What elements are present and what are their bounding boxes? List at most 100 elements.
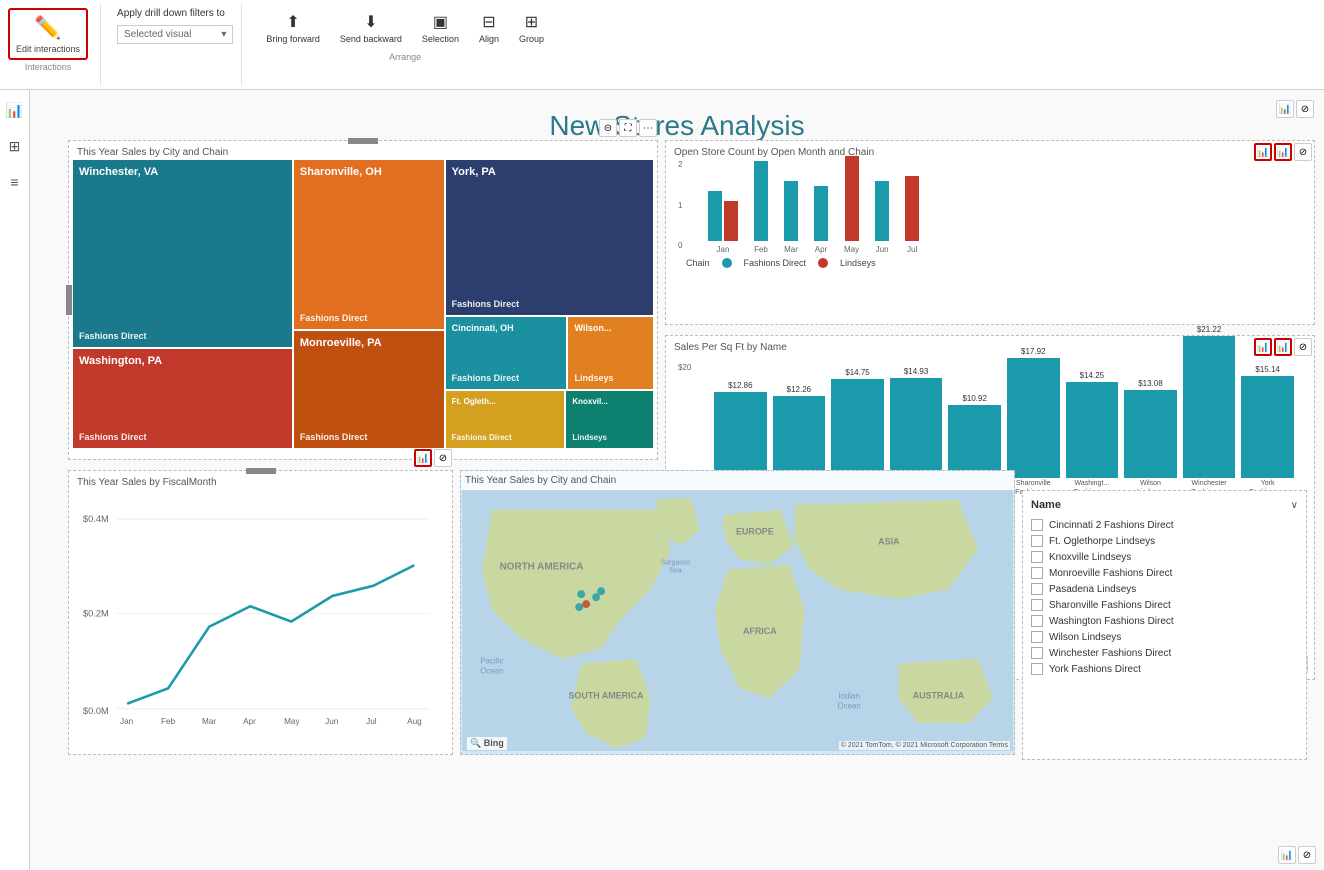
name-filter-panel: Name ∨ Cincinnati 2 Fashions Direct Ft. … [1022,490,1307,760]
bar-month-apr: Apr [814,186,828,254]
svg-text:NORTH AMERICA: NORTH AMERICA [500,561,584,572]
svg-text:Sea: Sea [669,567,681,574]
send-backward-button[interactable]: ⬇ Send backward [332,8,410,48]
canvas-drill-icon[interactable]: 📊 [1276,100,1294,118]
name-checkbox-york[interactable] [1031,663,1043,675]
treemap-expand-icon[interactable]: ⛶ [619,119,637,137]
name-panel-bottom-icons: 📊 ⊘ [1278,846,1316,864]
bar-mar-blue [784,181,798,241]
name-panel-chevron-icon[interactable]: ∨ [1291,500,1298,511]
name-checkbox-winchester[interactable] [1031,647,1043,659]
sqft-rect-knoxville [831,379,884,478]
treemap-chain-winchester: Fashions Direct [79,331,286,341]
treemap-cell-york[interactable]: York, PA Fashions Direct [446,160,653,315]
edit-interactions-button[interactable]: ✏️ Edit interactions [8,8,88,60]
name-checkbox-monroeville[interactable] [1031,567,1043,579]
bar-pair-feb [754,161,768,241]
treemap-cell-wilson[interactable]: Wilson... Lindseys [568,317,653,389]
open-store-chart-icon1[interactable]: 📊 [1254,143,1272,161]
svg-text:Jun: Jun [325,717,339,726]
name-checkbox-washington[interactable] [1031,615,1043,627]
sidebar-table-icon[interactable]: ⊞ [3,134,27,158]
sqft-circle-icon[interactable]: ⊘ [1294,338,1312,356]
svg-text:AFRICA: AFRICA [743,626,777,636]
treemap-cell-washington[interactable]: Washington, PA Fashions Direct [73,349,292,448]
name-panel-header: Name ∨ [1031,499,1298,511]
name-label-winchester: Winchester Fashions Direct [1049,648,1171,659]
name-item-cincinnati[interactable]: Cincinnati 2 Fashions Direct [1031,517,1298,533]
canvas-filter-icon[interactable]: ⊘ [1296,100,1314,118]
treemap-cell-winchester[interactable]: Winchester, VA Fashions Direct [73,160,292,347]
open-store-chart-icon2[interactable]: 📊 [1274,143,1292,161]
world-map-svg: NORTH AMERICA SOUTH AMERICA EUROPE AFRIC… [461,490,1014,751]
edit-interactions-icon: ✏️ [34,14,62,42]
sqft-bar-york: $15.14 YorkFashions ... [1241,365,1294,497]
selected-visual-dropdown[interactable]: Selected visual ▾ [117,25,233,44]
arrange-section-label: Arrange [258,52,552,62]
name-checkbox-sharonville[interactable] [1031,599,1043,611]
name-item-knoxville[interactable]: Knoxville Lindseys [1031,549,1298,565]
name-item-monroeville[interactable]: Monroeville Fashions Direct [1031,565,1298,581]
name-item-york[interactable]: York Fashions Direct [1031,661,1298,677]
name-item-wilson[interactable]: Wilson Lindseys [1031,629,1298,645]
treemap-chain-monroeville: Fashions Direct [300,432,438,442]
treemap-cell-knoxville[interactable]: Knoxvil... Lindseys [566,391,653,448]
svg-text:Ocean: Ocean [837,701,860,710]
bar-pair-may [845,156,859,241]
line-chart-circle-icon[interactable]: ⊘ [434,449,452,467]
treemap-drag-left[interactable] [66,285,72,315]
align-button[interactable]: ⊟ Align [471,8,507,48]
open-store-icons: 📊 📊 ⊘ [1254,143,1312,161]
canvas: New Stores Analysis 📊 ⊘ This Year Sales … [30,90,1324,870]
treemap-city-washington: Washington, PA [79,355,286,367]
treemap-filter-icon[interactable]: ⊝ [599,119,617,137]
line-chart-drill-icon[interactable]: 📊 [414,449,432,467]
name-panel-circle-icon[interactable]: ⊘ [1298,846,1316,864]
sidebar-menu-icon[interactable]: ≡ [3,170,27,194]
bring-forward-button[interactable]: ⬆ Bring forward [258,8,328,48]
sqft-chart-icon2[interactable]: 📊 [1274,338,1292,356]
line-chart-svg: $0.4M $0.2M $0.0M Jan Feb Mar Apr May Ju… [81,494,440,739]
legend-label-chain: Chain [686,258,710,268]
map-visual: This Year Sales by City and Chain [460,470,1015,755]
group-button[interactable]: ⊞ Group [511,8,552,48]
name-item-washington[interactable]: Washington Fashions Direct [1031,613,1298,629]
treemap-cell-cincinnati[interactable]: Cincinnati, OH Fashions Direct [446,317,567,389]
name-checkbox-knoxville[interactable] [1031,551,1043,563]
sidebar-chart-icon[interactable]: 📊 [3,98,27,122]
bar-label-jul: Jul [907,245,917,254]
legend-fashions-label: Fashions Direct [744,258,807,268]
open-store-legend: Chain Fashions Direct Lindseys [678,254,1302,272]
line-chart-drag-top[interactable] [246,468,276,474]
svg-text:$0.4M: $0.4M [83,514,109,524]
sqft-chart-icon1[interactable]: 📊 [1254,338,1272,356]
name-item-pasadena[interactable]: Pasadena Lindseys [1031,581,1298,597]
treemap-chain-wilson: Lindseys [574,373,647,383]
name-item-winchester[interactable]: Winchester Fashions Direct [1031,645,1298,661]
name-checkbox-wilson[interactable] [1031,631,1043,643]
open-store-circle-icon[interactable]: ⊘ [1294,143,1312,161]
name-checkbox-cincinnati[interactable] [1031,519,1043,531]
group-icon: ⊞ [525,12,538,32]
group-label: Group [519,34,544,44]
name-checkbox-pasadena[interactable] [1031,583,1043,595]
sqft-rect-cincinnati [714,392,767,478]
sqft-y-20: $20 [678,363,691,372]
name-item-sharonville[interactable]: Sharonville Fashions Direct [1031,597,1298,613]
treemap-drag-top[interactable] [348,138,378,144]
treemap-cell-monroeville[interactable]: Monroeville, PA Fashions Direct [294,331,444,448]
treemap-cell-ftogleth[interactable]: Ft. Ogleth... Fashions Direct [446,391,565,448]
treemap-city-york: York, PA [452,166,647,178]
arrange-row-top: ⬆ Bring forward ⬇ Send backward ▣ Select… [258,8,552,48]
name-label-ft: Ft. Oglethorpe Lindseys [1049,536,1155,547]
treemap-more-icon[interactable]: ⋯ [639,119,657,137]
bing-logo: 🔍 Bing [467,737,507,750]
selection-button[interactable]: ▣ Selection [414,8,467,48]
treemap-city-sharonville: Sharonville, OH [300,166,438,178]
y-label-2: 2 [678,160,682,169]
name-checkbox-ft[interactable] [1031,535,1043,547]
treemap-cell-sharonville[interactable]: Sharonville, OH Fashions Direct [294,160,444,329]
name-panel-chart-icon[interactable]: 📊 [1278,846,1296,864]
svg-text:EUROPE: EUROPE [736,527,774,537]
name-item-ft[interactable]: Ft. Oglethorpe Lindseys [1031,533,1298,549]
